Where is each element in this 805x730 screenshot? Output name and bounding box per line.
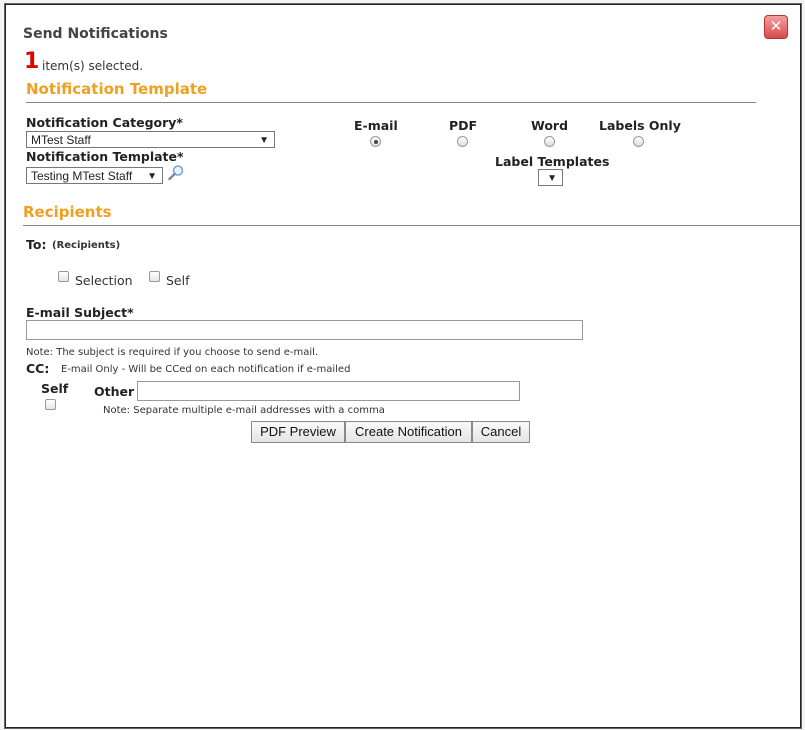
subject-label: E-mail Subject*	[26, 305, 134, 320]
template-select[interactable]: Testing MTest Staff ▼	[26, 167, 163, 184]
cc-label: CC:	[26, 361, 50, 376]
create-notification-button[interactable]: Create Notification	[345, 421, 472, 443]
format-label-email: E-mail	[354, 118, 398, 133]
pdf-preview-button[interactable]: PDF Preview	[251, 421, 345, 443]
template-label: Notification Template*	[26, 149, 184, 164]
recipients-heading: Recipients	[23, 203, 112, 221]
format-radio-labels-only[interactable]	[633, 136, 644, 147]
close-icon[interactable]: ✕	[764, 15, 788, 39]
cc-other-label: Other	[94, 384, 135, 399]
section-divider	[26, 102, 756, 103]
dialog-title: Send Notifications	[23, 26, 168, 42]
cc-self-label: Self	[41, 381, 69, 396]
to-label: To:	[26, 237, 47, 252]
magnifier-icon[interactable]	[167, 164, 185, 182]
template-value: Testing MTest Staff	[31, 169, 133, 183]
format-radio-pdf[interactable]	[457, 136, 468, 147]
selected-count: 1	[24, 49, 40, 74]
dropdown-arrow-icon: ▼	[147, 171, 157, 182]
subject-note: Note: The subject is required if you cho…	[26, 347, 319, 358]
format-radio-word[interactable]	[544, 136, 555, 147]
format-label-labels-only: Labels Only	[599, 118, 681, 133]
selection-label: Selection	[75, 273, 133, 288]
cc-self-checkbox[interactable]	[45, 399, 56, 410]
notification-template-heading: Notification Template	[26, 80, 208, 98]
category-value: MTest Staff	[31, 133, 91, 147]
dropdown-arrow-icon: ▼	[547, 173, 557, 184]
self-label: Self	[166, 273, 190, 288]
cc-other-note: Note: Separate multiple e-mail addresses…	[103, 405, 385, 416]
to-sublabel: (Recipients)	[52, 240, 121, 251]
cancel-button[interactable]: Cancel	[472, 421, 530, 443]
cc-other-input[interactable]	[137, 381, 520, 401]
category-select[interactable]: MTest Staff ▼	[26, 131, 275, 148]
section-divider	[23, 225, 800, 226]
dropdown-arrow-icon: ▼	[259, 135, 269, 146]
format-label-pdf: PDF	[449, 118, 478, 133]
format-radio-email[interactable]	[370, 136, 381, 147]
subject-input[interactable]	[26, 320, 583, 340]
send-notifications-dialog: Send Notifications ✕ 1 item(s) selected.…	[5, 4, 801, 728]
label-templates-label: Label Templates	[495, 154, 610, 169]
selected-label: item(s) selected.	[42, 59, 144, 73]
cc-note: E-mail Only - Will be CCed on each notif…	[61, 364, 351, 375]
self-checkbox[interactable]	[149, 271, 160, 282]
selection-checkbox[interactable]	[58, 271, 69, 282]
label-templates-select[interactable]: ▼	[538, 169, 563, 186]
format-label-word: Word	[531, 118, 569, 133]
category-label: Notification Category*	[26, 115, 183, 130]
